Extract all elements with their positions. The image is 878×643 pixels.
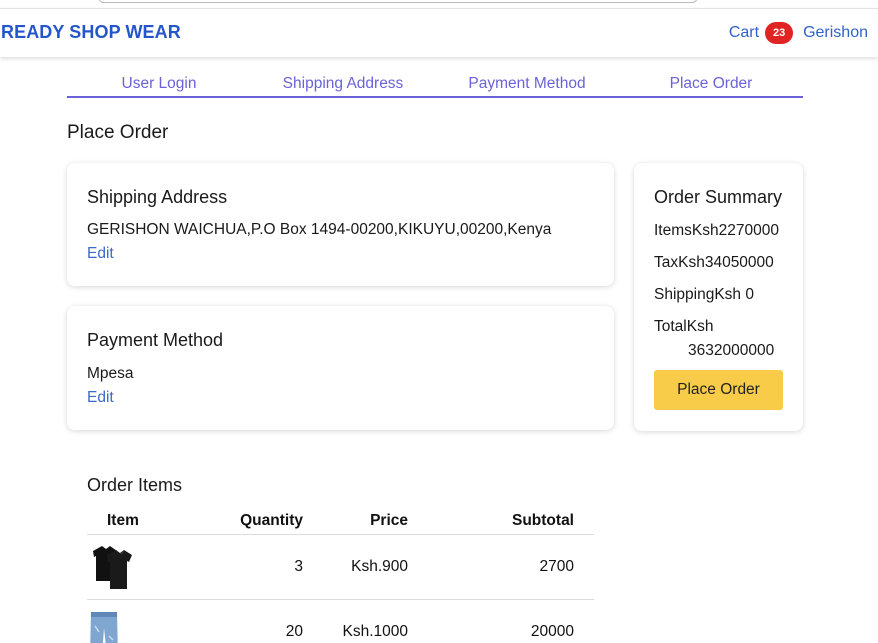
step-payment-method: Payment Method — [468, 75, 586, 92]
cart-count-badge[interactable]: 23 — [765, 22, 794, 44]
cart-link[interactable]: Cart — [729, 24, 759, 42]
brand-logo[interactable]: READY SHOP WEAR — [1, 22, 181, 43]
summary-items: ItemsKsh2270000 — [654, 222, 779, 239]
browser-chrome-edge — [98, 0, 698, 3]
step-user-login: User Login — [121, 75, 197, 92]
column-header-quantity: Quantity — [197, 508, 303, 535]
table-row: 3 Ksh.900 2700 — [87, 534, 594, 600]
navbar: READY SHOP WEAR Cart 23 Gerishon — [0, 8, 878, 57]
quantity-cell: 3 — [197, 534, 303, 600]
order-items-card: Order Items Item Quantity Price Subtotal… — [67, 450, 614, 643]
shipping-address-text: GERISHON WAICHUA,P.O Box 1494-00200,KIKU… — [87, 221, 552, 238]
summary-tax: TaxKsh34050000 — [654, 254, 774, 271]
price-cell: Ksh.900 — [303, 534, 408, 600]
subtotal-cell: 2700 — [408, 534, 594, 600]
payment-method-text: Mpesa — [87, 365, 134, 382]
black-tshirt-image[interactable] — [87, 541, 139, 593]
order-summary-card: Order Summary ItemsKsh2270000 TaxKsh3405… — [634, 163, 803, 431]
payment-card: Payment Method Mpesa Edit — [67, 306, 614, 430]
payment-title: Payment Method — [87, 330, 224, 350]
item-cell — [87, 599, 197, 643]
user-menu[interactable]: Gerishon — [803, 24, 868, 42]
table-header-row: Item Quantity Price Subtotal — [87, 508, 594, 535]
summary-title: Order Summary — [654, 187, 783, 207]
shipping-card: Shipping Address GERISHON WAICHUA,P.O Bo… — [67, 163, 614, 286]
shipping-title: Shipping Address — [87, 187, 228, 207]
summary-total-value: 3632000000 — [688, 342, 775, 359]
quantity-cell: 20 — [197, 599, 303, 643]
nav-right: Cart 23 Gerishon — [729, 22, 868, 44]
order-items-table: Item Quantity Price Subtotal 3 Ksh.900 2… — [87, 508, 594, 643]
place-order-button[interactable]: Place Order — [654, 370, 783, 410]
price-cell: Ksh.1000 — [303, 599, 408, 643]
column-header-subtotal: Subtotal — [408, 508, 594, 535]
step-place-order: Place Order — [669, 75, 753, 92]
item-cell — [87, 534, 197, 600]
table-row: 20 Ksh.1000 20000 — [87, 599, 594, 643]
shipping-edit-link[interactable]: Edit — [87, 245, 114, 263]
column-header-item: Item — [87, 508, 197, 535]
checkout-steps: User Login Shipping Address Payment Meth… — [67, 74, 803, 98]
page-title: Place Order — [67, 122, 169, 143]
column-header-price: Price — [303, 508, 408, 535]
payment-edit-link[interactable]: Edit — [87, 389, 114, 407]
summary-shipping: ShippingKsh 0 — [654, 286, 754, 303]
summary-total-label: TotalKsh — [654, 318, 714, 335]
blue-jeans-image[interactable] — [87, 606, 139, 643]
subtotal-cell: 20000 — [408, 599, 594, 643]
order-items-title: Order Items — [87, 475, 183, 495]
step-shipping-address: Shipping Address — [282, 75, 404, 92]
